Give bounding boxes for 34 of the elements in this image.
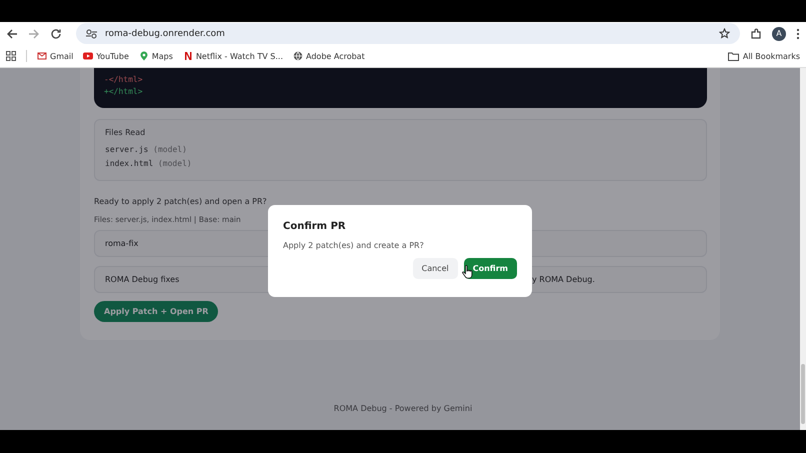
star-icon[interactable]: [719, 28, 730, 39]
bookmark-link[interactable]: Adobe Acrobat: [293, 51, 365, 61]
all-bookmarks-button[interactable]: All Bookmarks: [728, 52, 800, 60]
puzzle-piece-icon[interactable]: [750, 28, 762, 40]
address-bar[interactable]: roma-debug.onrender.com: [76, 23, 740, 44]
bookmark-link[interactable]: Gmail: [37, 51, 74, 61]
url-text: roma-debug.onrender.com: [105, 28, 225, 38]
letter-n-icon: [182, 51, 193, 61]
hand-cursor-icon: [462, 265, 473, 279]
dialog-message: Apply 2 patch(es) and create a PR?: [283, 241, 425, 250]
diff-line: +</html>: [104, 86, 144, 98]
bookmark-link[interactable]: Netflix - Watch TV S...: [182, 51, 284, 61]
dialog-title: Confirm PR: [283, 221, 347, 232]
section-title: Files Read: [105, 128, 146, 137]
folder-icon: [728, 52, 739, 60]
cancel-button[interactable]: Cancel: [412, 258, 458, 279]
diff-line: -</html>: [104, 74, 144, 86]
reload-icon[interactable]: [50, 28, 62, 40]
play-icon: [83, 51, 94, 61]
back-icon[interactable]: [6, 28, 18, 40]
apps-grid-icon[interactable]: [6, 51, 16, 61]
globe-icon: [293, 51, 304, 61]
file-entry: index.html (model): [105, 158, 193, 170]
map-pin-icon: [138, 51, 149, 61]
bookmark-link[interactable]: YouTube: [83, 51, 129, 61]
profile-avatar[interactable]: A: [772, 26, 786, 40]
site-settings-icon: [86, 28, 97, 38]
file-entry: server.js (model): [105, 144, 188, 156]
confirm-button[interactable]: Confirm: [464, 258, 517, 279]
envelope-icon: [37, 51, 47, 61]
bookmark-link[interactable]: Maps: [138, 51, 173, 61]
more-menu-icon[interactable]: [796, 28, 800, 40]
footer-text: ROMA Debug - Powered by Gemini: [332, 404, 474, 413]
prompt-text: Ready to apply 2 patch(es) and open a PR?: [94, 197, 268, 206]
